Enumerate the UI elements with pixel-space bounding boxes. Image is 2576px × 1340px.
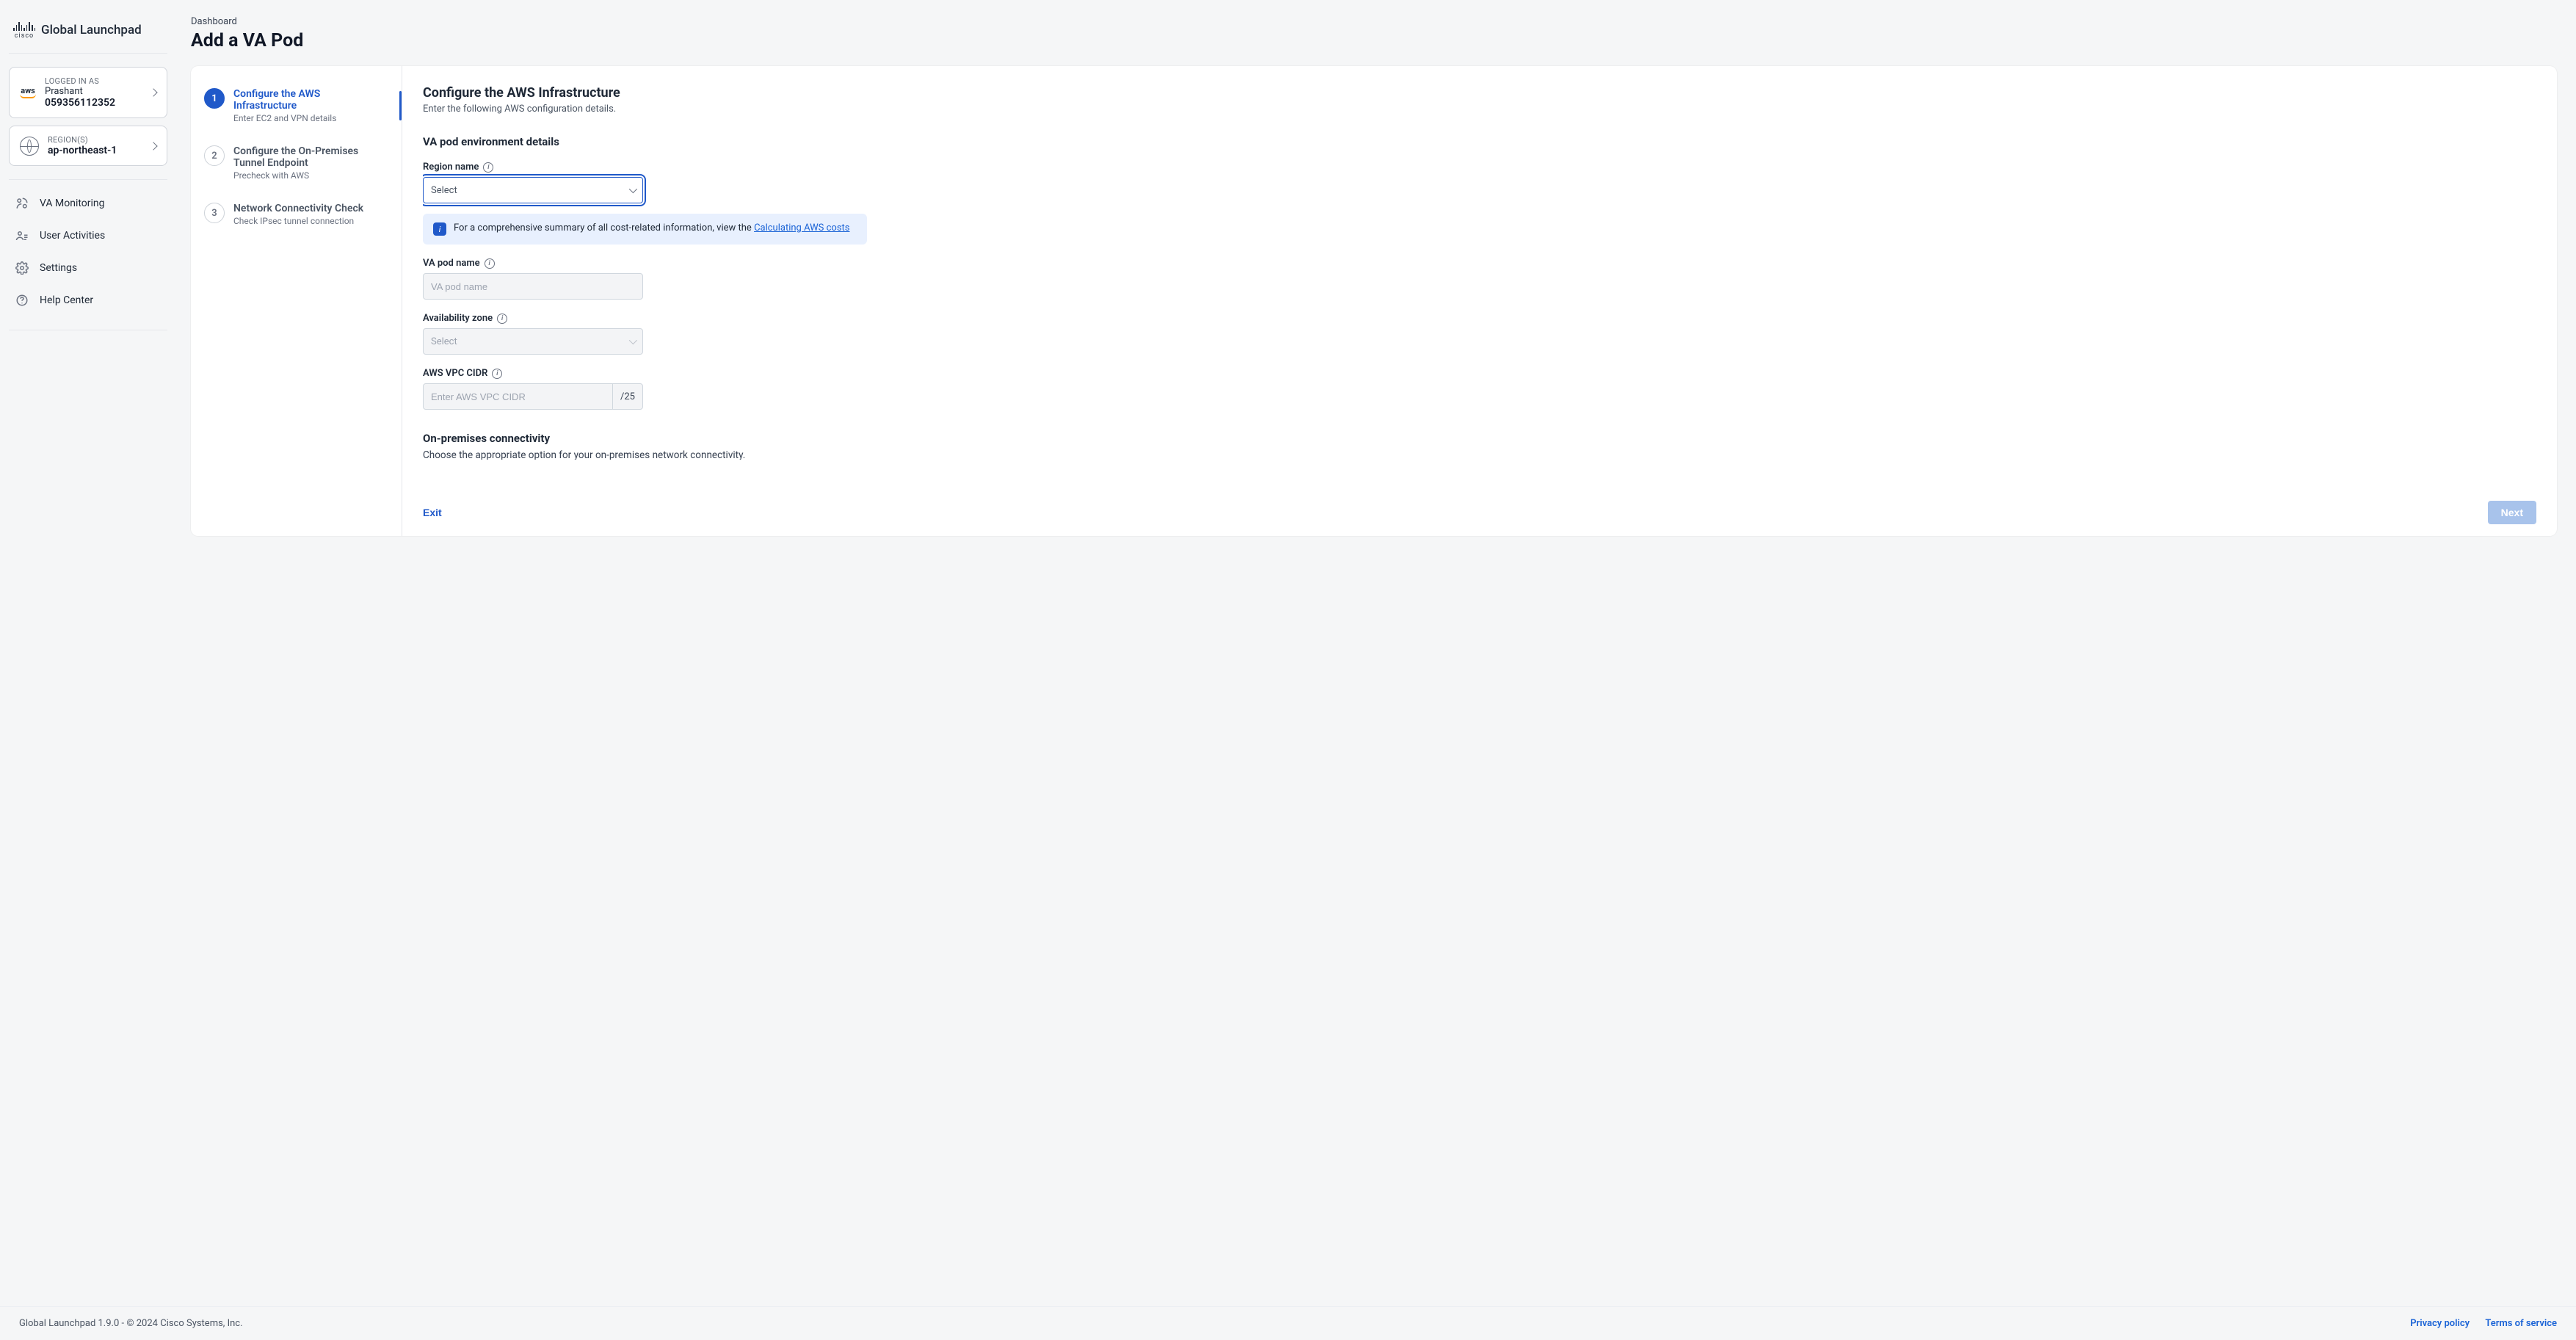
help-icon (15, 293, 29, 308)
region-card-value: ap-northeast-1 (48, 145, 142, 156)
form-heading: Configure the AWS Infrastructure (423, 85, 2536, 101)
exit-button[interactable]: Exit (423, 507, 442, 518)
nav-settings[interactable]: Settings (9, 252, 167, 284)
wizard-step-2[interactable]: 2 Configure the On-Premises Tunnel Endpo… (204, 145, 388, 181)
brand: cisco Global Launchpad (9, 16, 167, 54)
nav-help-center[interactable]: Help Center (9, 284, 167, 316)
breadcrumb[interactable]: Dashboard (191, 16, 2557, 27)
account-card-label: LOGGED IN AS (45, 76, 142, 86)
cisco-logo-icon: cisco (13, 21, 35, 40)
monitor-icon (15, 196, 29, 211)
wizard-steps: 1 Configure the AWS Infrastructure Enter… (191, 66, 402, 536)
account-card-user: Prashant (45, 86, 142, 97)
aws-vpc-cidr-input[interactable] (424, 384, 612, 409)
form-subheading: Enter the following AWS configuration de… (423, 104, 2536, 115)
sidebar: cisco Global Launchpad aws LOGGED IN AS … (0, 0, 176, 1306)
gear-icon (15, 261, 29, 275)
nav-label: Settings (40, 262, 77, 274)
availability-zone-select[interactable]: Select (423, 328, 643, 355)
step-subtitle: Enter EC2 and VPN details (233, 113, 384, 123)
account-card[interactable]: aws LOGGED IN AS Prashant 059356112352 (9, 67, 167, 118)
aws-vpc-cidr-wrap: /25 (423, 383, 643, 410)
nav-label: VA Monitoring (40, 198, 105, 209)
region-name-select[interactable]: Select (423, 177, 643, 203)
onprem-heading: On-premises connectivity (423, 432, 2536, 445)
chevron-right-icon (149, 142, 157, 150)
sidebar-divider (9, 179, 167, 180)
nav-label: User Activities (40, 230, 105, 242)
next-button[interactable]: Next (2488, 501, 2536, 524)
step-number: 1 (204, 88, 225, 109)
form-area: Configure the AWS Infrastructure Enter t… (402, 66, 2557, 536)
step-title: Network Connectivity Check (233, 203, 363, 214)
info-banner-text: For a comprehensive summary of all cost-… (454, 222, 754, 233)
info-badge-icon: i (433, 222, 446, 236)
wizard-step-1[interactable]: 1 Configure the AWS Infrastructure Enter… (204, 88, 388, 123)
wizard-panel: 1 Configure the AWS Infrastructure Enter… (191, 66, 2557, 536)
nav-label: Help Center (40, 294, 93, 306)
cost-info-banner: i For a comprehensive summary of all cos… (423, 214, 867, 245)
info-icon[interactable] (497, 314, 507, 324)
nav-va-monitoring[interactable]: VA Monitoring (9, 187, 167, 220)
select-value: Select (431, 336, 457, 347)
chevron-down-icon (629, 185, 637, 193)
main: Dashboard Add a VA Pod 1 Configure the A… (176, 0, 2576, 1306)
footer-copyright: Global Launchpad 1.9.0 - © 2024 Cisco Sy… (19, 1318, 243, 1329)
footer: Global Launchpad 1.9.0 - © 2024 Cisco Sy… (0, 1306, 2576, 1340)
privacy-policy-link[interactable]: Privacy policy (2410, 1318, 2470, 1329)
info-icon[interactable] (483, 162, 493, 173)
region-card-label: Region(s) (48, 135, 142, 145)
chevron-right-icon (149, 88, 157, 96)
step-number: 3 (204, 203, 225, 223)
form-actions: Exit Next (423, 483, 2536, 524)
wizard-step-3[interactable]: 3 Network Connectivity Check Check IPsec… (204, 203, 388, 226)
va-pod-name-label: VA pod name (423, 258, 480, 269)
chevron-down-icon (629, 336, 637, 344)
region-card[interactable]: Region(s) ap-northeast-1 (9, 126, 167, 166)
terms-of-service-link[interactable]: Terms of service (2485, 1318, 2557, 1329)
region-name-label: Region name (423, 162, 479, 173)
aws-vpc-cidr-suffix: /25 (612, 384, 642, 409)
availability-zone-label: Availability zone (423, 313, 493, 324)
select-value: Select (431, 185, 457, 196)
step-title: Configure the On-Premises Tunnel Endpoin… (233, 145, 384, 169)
step-subtitle: Precheck with AWS (233, 170, 384, 181)
info-icon[interactable] (492, 369, 502, 379)
env-group-title: VA pod environment details (423, 135, 2536, 148)
cisco-wordmark: cisco (13, 32, 35, 40)
info-icon[interactable] (485, 258, 495, 269)
nav-user-activities[interactable]: User Activities (9, 220, 167, 252)
onprem-desc: Choose the appropriate option for your o… (423, 449, 2536, 460)
globe-icon (20, 137, 39, 156)
brand-name: Global Launchpad (41, 23, 142, 37)
account-card-id: 059356112352 (45, 97, 142, 109)
step-number: 2 (204, 145, 225, 166)
step-title: Configure the AWS Infrastructure (233, 88, 384, 112)
calculating-aws-costs-link[interactable]: Calculating AWS costs (754, 222, 849, 233)
page-title: Add a VA Pod (191, 30, 2557, 51)
aws-vpc-cidr-label: AWS VPC CIDR (423, 368, 487, 379)
users-icon (15, 228, 29, 243)
va-pod-name-input[interactable] (423, 273, 643, 300)
step-subtitle: Check IPsec tunnel connection (233, 216, 363, 226)
aws-logo-icon: aws (20, 86, 36, 100)
